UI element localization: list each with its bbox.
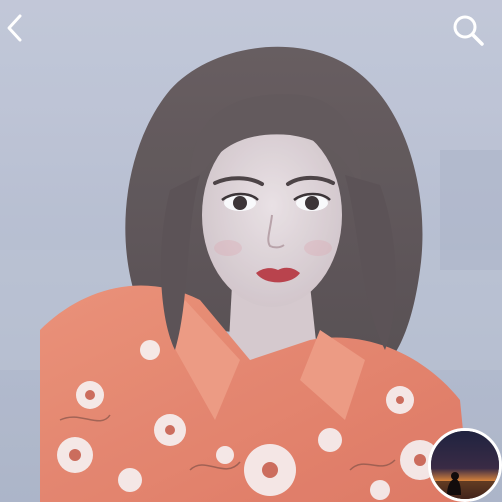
top-bar	[0, 0, 502, 60]
video-screen	[0, 0, 502, 502]
back-button[interactable]	[0, 8, 30, 48]
portrait-photo[interactable]	[0, 0, 502, 502]
chevron-left-icon	[5, 12, 25, 44]
search-icon	[451, 13, 485, 47]
music-disc-button[interactable]	[428, 428, 502, 502]
search-button[interactable]	[448, 10, 488, 50]
music-cover-image	[431, 431, 499, 499]
